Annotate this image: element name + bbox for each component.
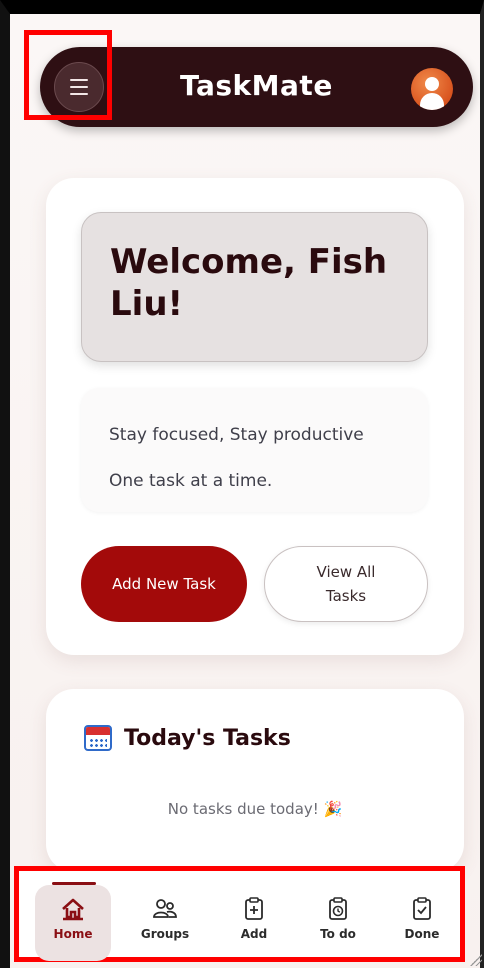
- nav-item-todo[interactable]: To do: [300, 885, 376, 961]
- home-icon: [62, 898, 84, 921]
- empty-tasks-message: No tasks due today! 🎉: [167, 800, 343, 818]
- view-all-tasks-button[interactable]: View All Tasks: [264, 546, 428, 622]
- todays-tasks-header: Today's Tasks: [84, 725, 291, 751]
- user-avatar-icon[interactable]: [411, 68, 453, 110]
- nav-label-groups: Groups: [140, 927, 190, 941]
- calendar-icon: [84, 725, 112, 751]
- menu-highlight-box: [24, 30, 112, 120]
- bottom-navigation: Home Groups Add To do Done: [14, 866, 465, 962]
- nav-item-groups[interactable]: Groups: [127, 885, 203, 961]
- motivation-box: Stay focused, Stay productive One task a…: [81, 388, 428, 512]
- welcome-card: Welcome, Fish Liu! Stay focused, Stay pr…: [46, 178, 464, 655]
- motivation-line-2: One task at a time.: [109, 471, 273, 491]
- add-clipboard-icon: [245, 897, 263, 920]
- groups-icon: [153, 899, 177, 918]
- nav-label-todo: To do: [320, 927, 356, 941]
- resize-grip-icon[interactable]: [470, 954, 482, 966]
- todays-tasks-title: Today's Tasks: [124, 725, 291, 751]
- nav-item-add[interactable]: Add: [216, 885, 292, 961]
- add-new-task-button[interactable]: Add New Task: [81, 546, 247, 622]
- nav-item-home[interactable]: Home: [35, 885, 111, 961]
- app-title: TaskMate: [180, 69, 333, 102]
- done-clipboard-icon: [413, 897, 431, 920]
- todo-clipboard-icon: [329, 897, 347, 920]
- nav-item-done[interactable]: Done: [384, 885, 460, 961]
- app-frame: TaskMate Welcome, Fish Liu! Stay focused…: [0, 0, 484, 968]
- nav-label-done: Done: [404, 927, 440, 941]
- welcome-banner: Welcome, Fish Liu!: [81, 212, 428, 362]
- welcome-heading: Welcome, Fish Liu!: [110, 242, 388, 324]
- nav-label-add: Add: [240, 927, 268, 941]
- todays-tasks-card: Today's Tasks No tasks due today! 🎉: [46, 689, 464, 872]
- nav-label-home: Home: [53, 927, 93, 941]
- motivation-line-1: Stay focused, Stay productive: [109, 425, 364, 445]
